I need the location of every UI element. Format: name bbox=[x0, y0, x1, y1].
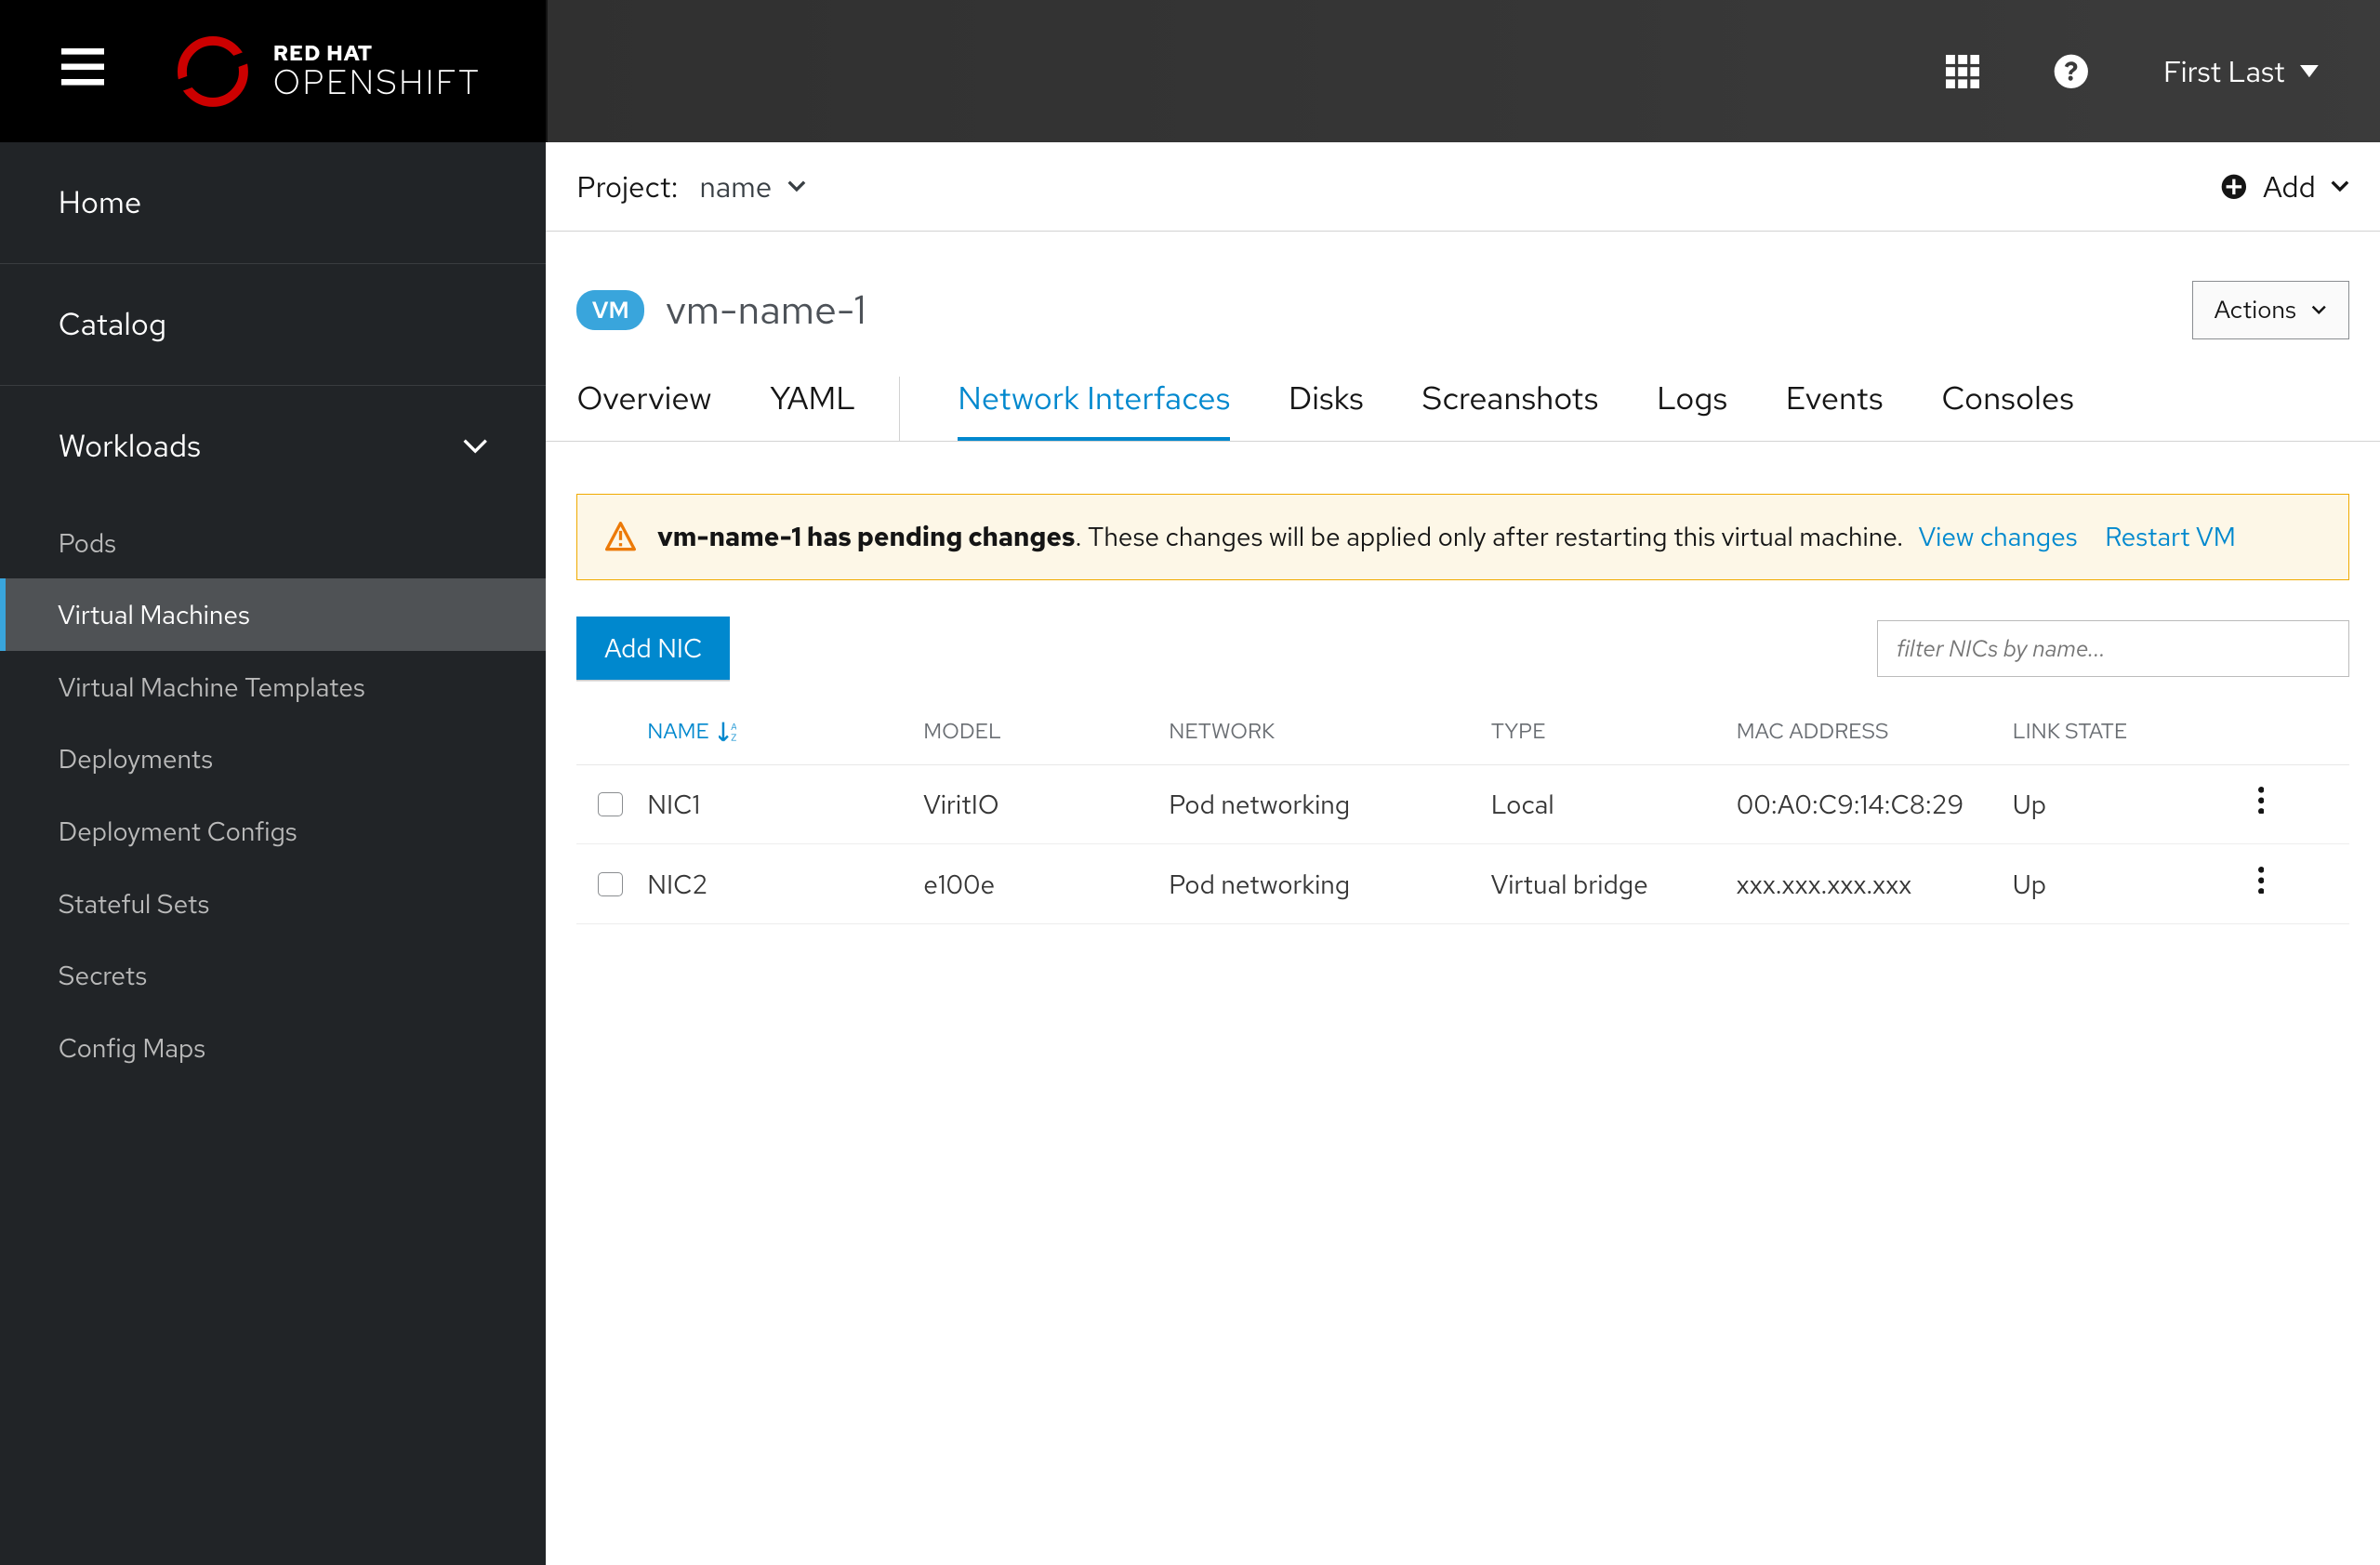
table-row: NIC2 e100e Pod networking Virtual bridge… bbox=[576, 844, 2349, 924]
restart-vm-link[interactable]: Restart VM bbox=[2105, 519, 2236, 554]
sidebar-item-deployment-configs[interactable]: Deployment Configs bbox=[0, 795, 546, 868]
col-model[interactable]: MODEL bbox=[923, 717, 1169, 746]
project-label: Project: bbox=[576, 167, 678, 206]
sidebar-item-deployments[interactable]: Deployments bbox=[0, 723, 546, 796]
project-bar: Project: name Add bbox=[546, 142, 2380, 232]
tab-network-interfaces[interactable]: Network Interfaces bbox=[958, 377, 1230, 441]
main-content: Project: name Add VM vm-name-1 Actions bbox=[546, 142, 2380, 1565]
caret-down-icon bbox=[2300, 65, 2319, 77]
user-menu[interactable]: First Last bbox=[2163, 52, 2319, 91]
tab-disks[interactable]: Disks bbox=[1289, 377, 1364, 441]
cell-name: NIC1 bbox=[647, 787, 923, 822]
col-link[interactable]: LINK STATE bbox=[2013, 717, 2258, 746]
row-checkbox[interactable] bbox=[598, 872, 622, 896]
row-kebab-menu[interactable] bbox=[2258, 867, 2320, 903]
pending-changes-alert: vm-name-1 has pending changes. These cha… bbox=[576, 494, 2349, 580]
col-mac[interactable]: MAC ADDRESS bbox=[1737, 717, 2013, 746]
sidebar-item-stateful-sets[interactable]: Stateful Sets bbox=[0, 868, 546, 940]
product-label: OPENSHIFT bbox=[273, 65, 482, 100]
project-name: name bbox=[700, 167, 773, 206]
vm-header: VM vm-name-1 Actions bbox=[546, 232, 2380, 377]
kebab-icon bbox=[2258, 867, 2265, 895]
page-title: vm-name-1 bbox=[666, 284, 866, 337]
tab-screenshots[interactable]: Screanshots bbox=[1422, 377, 1599, 441]
tab-overview[interactable]: Overview bbox=[576, 377, 711, 441]
cell-name: NIC2 bbox=[647, 867, 923, 902]
sidebar-item-secrets[interactable]: Secrets bbox=[0, 939, 546, 1012]
cell-mac: 00:A0:C9:14:C8:29 bbox=[1737, 787, 2013, 822]
user-name: First Last bbox=[2163, 52, 2285, 91]
svg-text:Z: Z bbox=[731, 732, 736, 742]
logo[interactable]: RED HAT OPENSHIFT bbox=[178, 36, 481, 107]
cell-link: Up bbox=[2013, 787, 2258, 822]
cell-network: Pod networking bbox=[1169, 787, 1491, 822]
add-nic-button[interactable]: Add NIC bbox=[576, 617, 730, 680]
actions-dropdown[interactable]: Actions bbox=[2192, 281, 2349, 339]
sidebar: Home Catalog Workloads Pods Virtual Mach… bbox=[0, 142, 546, 1565]
cell-model: ViritIO bbox=[923, 787, 1169, 822]
warning-triangle-icon bbox=[605, 522, 636, 552]
chevron-down-icon bbox=[2331, 180, 2349, 192]
cell-model: e100e bbox=[923, 867, 1169, 902]
col-network[interactable]: NETWORK bbox=[1169, 717, 1491, 746]
kebab-icon bbox=[2258, 787, 2265, 815]
alert-strong: vm-name-1 has pending changes bbox=[657, 519, 1075, 554]
cell-type: Local bbox=[1491, 787, 1737, 822]
openshift-icon bbox=[178, 36, 248, 107]
sidebar-item-workloads[interactable]: Workloads bbox=[0, 386, 546, 507]
top-bar: RED HAT OPENSHIFT ? First Last bbox=[0, 0, 2380, 142]
row-kebab-menu[interactable] bbox=[2258, 787, 2320, 823]
sidebar-item-virtual-machines[interactable]: Virtual Machines bbox=[0, 578, 546, 651]
alert-rest: . These changes will be applied only aft… bbox=[1075, 519, 1903, 554]
sidebar-workloads-label: Workloads bbox=[59, 426, 201, 467]
table-row: NIC1 ViritIO Pod networking Local 00:A0:… bbox=[576, 765, 2349, 845]
nic-toolbar: Add NIC bbox=[576, 617, 2349, 680]
vm-badge: VM bbox=[576, 290, 644, 330]
sidebar-item-catalog[interactable]: Catalog bbox=[0, 264, 546, 386]
cell-network: Pod networking bbox=[1169, 867, 1491, 902]
tabs: Overview YAML Network Interfaces Disks S… bbox=[546, 377, 2380, 442]
svg-text:?: ? bbox=[2064, 54, 2078, 89]
sidebar-item-home[interactable]: Home bbox=[0, 142, 546, 264]
cell-link: Up bbox=[2013, 867, 2258, 902]
actions-label: Actions bbox=[2215, 294, 2296, 326]
table-header: NAME AZ MODEL NETWORK TYPE MAC ADDRESS L… bbox=[576, 717, 2349, 765]
tab-events[interactable]: Events bbox=[1786, 377, 1884, 441]
sort-asc-icon: AZ bbox=[719, 721, 737, 742]
app-launcher-icon[interactable] bbox=[1946, 55, 1979, 88]
chevron-down-icon bbox=[2311, 305, 2327, 316]
help-icon[interactable]: ? bbox=[2053, 53, 2090, 90]
tab-yaml[interactable]: YAML bbox=[770, 377, 899, 441]
add-label: Add bbox=[2263, 167, 2316, 206]
sidebar-item-pods[interactable]: Pods bbox=[0, 507, 546, 579]
view-changes-link[interactable]: View changes bbox=[1919, 519, 2078, 554]
tab-consoles[interactable]: Consoles bbox=[1941, 377, 2074, 441]
hamburger-icon[interactable] bbox=[61, 48, 104, 94]
chevron-down-icon bbox=[787, 180, 806, 192]
nics-table: NAME AZ MODEL NETWORK TYPE MAC ADDRESS L… bbox=[576, 717, 2349, 925]
chevron-down-icon bbox=[463, 439, 487, 455]
tab-logs[interactable]: Logs bbox=[1657, 377, 1727, 441]
cell-mac: xxx.xxx.xxx.xxx bbox=[1737, 867, 2013, 902]
project-selector[interactable]: name bbox=[700, 167, 806, 206]
filter-nics-input[interactable] bbox=[1877, 620, 2349, 677]
plus-circle-icon bbox=[2220, 173, 2248, 201]
alert-text: vm-name-1 has pending changes. These cha… bbox=[657, 519, 2236, 554]
sidebar-item-config-maps[interactable]: Config Maps bbox=[0, 1012, 546, 1084]
add-button[interactable]: Add bbox=[2220, 167, 2349, 206]
cell-type: Virtual bridge bbox=[1491, 867, 1737, 902]
row-checkbox[interactable] bbox=[598, 792, 622, 816]
sidebar-item-vm-templates[interactable]: Virtual Machine Templates bbox=[0, 651, 546, 723]
col-name[interactable]: NAME AZ bbox=[647, 717, 923, 746]
col-type[interactable]: TYPE bbox=[1491, 717, 1737, 746]
